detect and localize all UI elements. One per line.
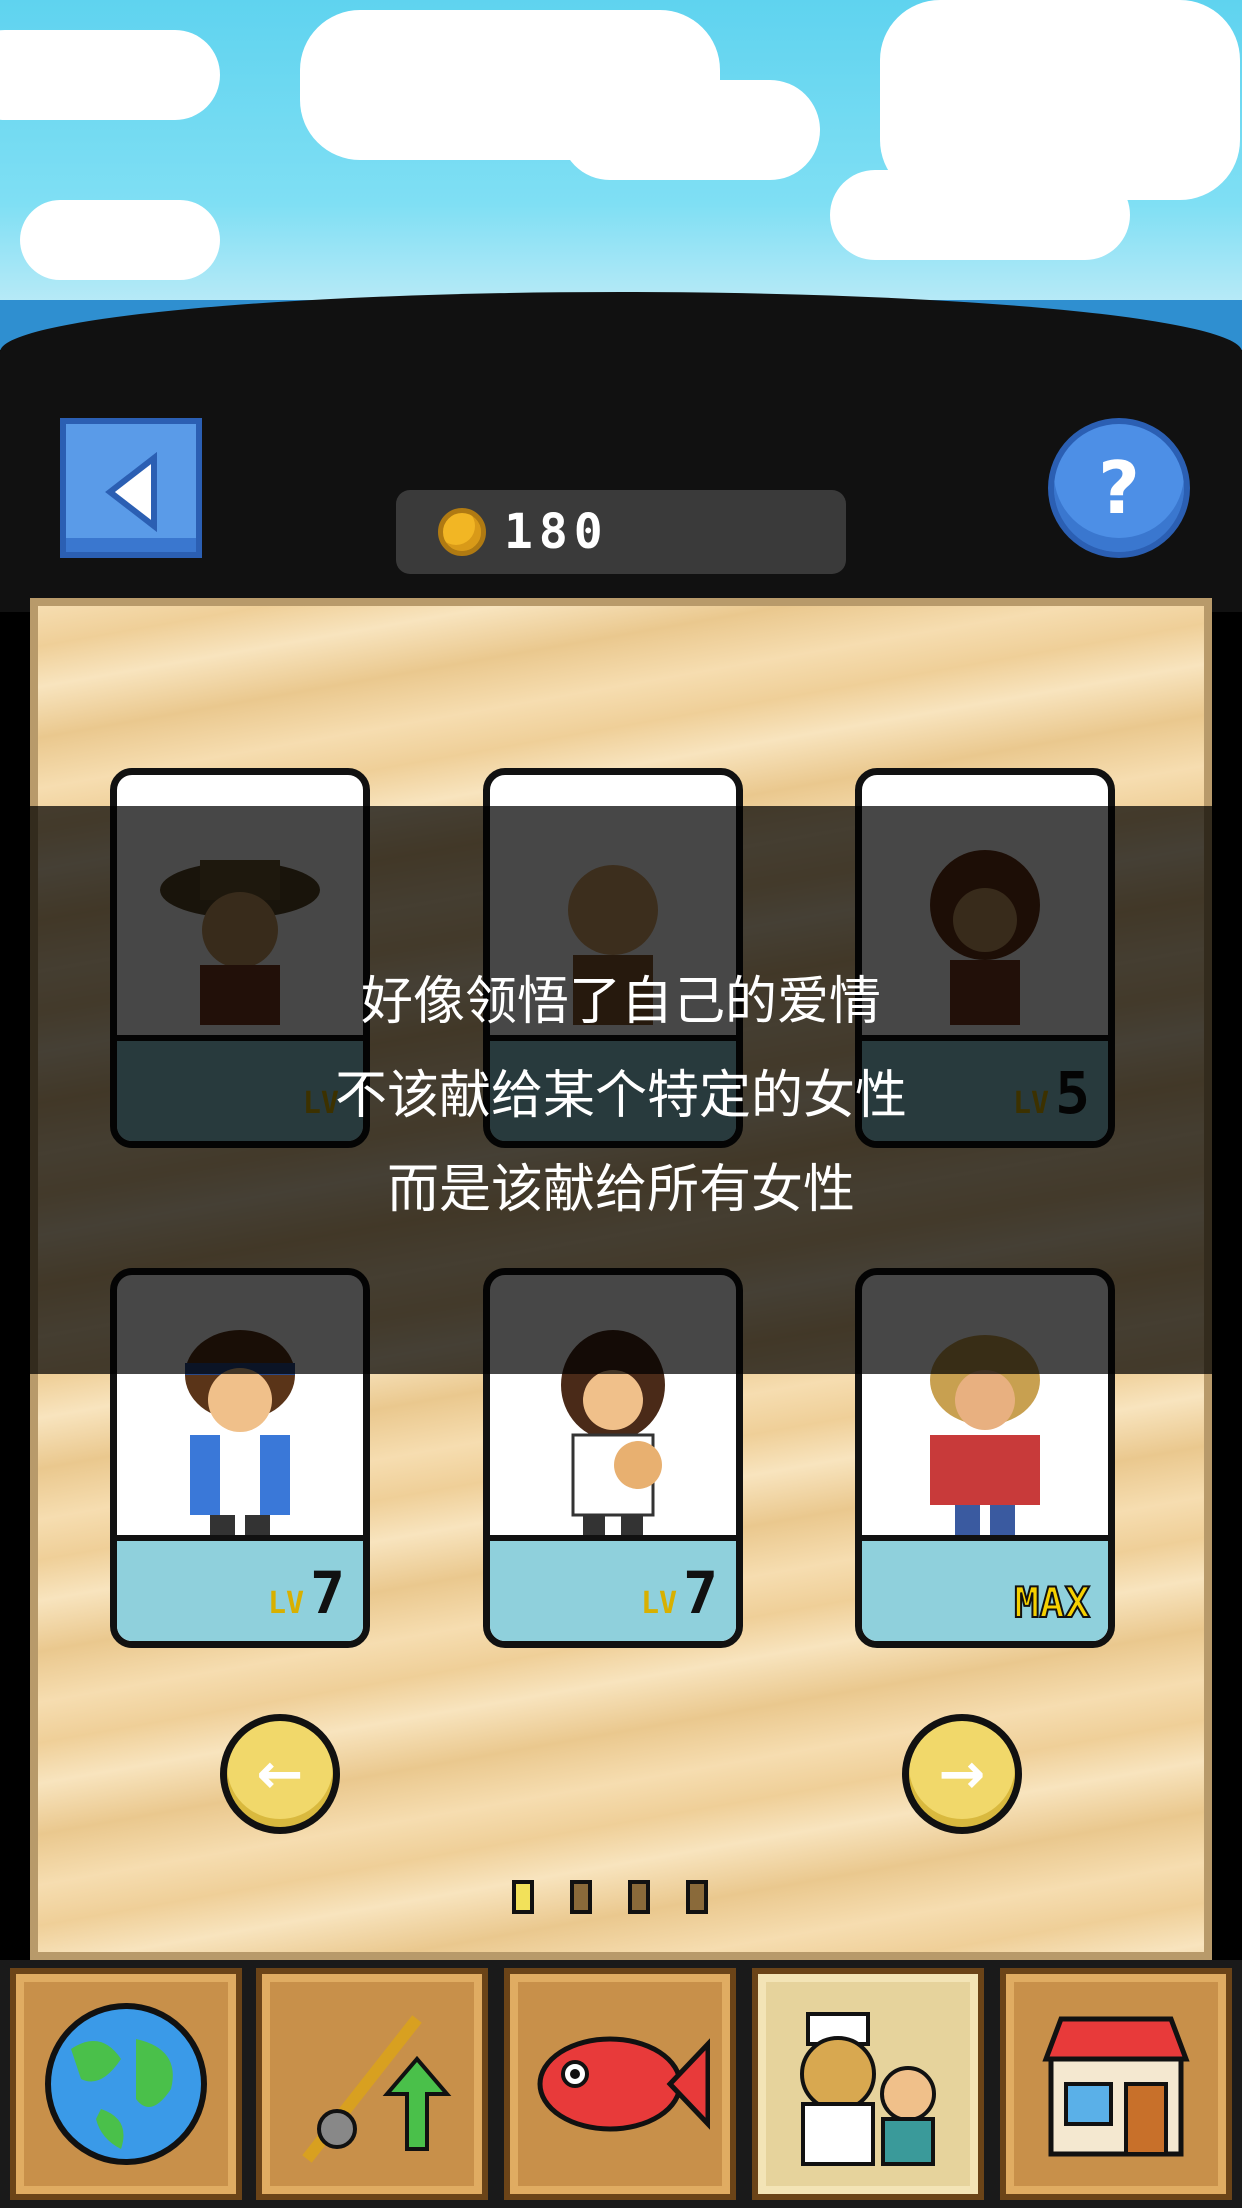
tab-world[interactable] [10, 1968, 242, 2200]
sky-background [0, 0, 1242, 340]
coin-value: 180 [504, 504, 609, 560]
page-indicator [512, 1880, 708, 1914]
page-dot [512, 1880, 534, 1914]
globe-icon [45, 2003, 207, 2165]
dialog-line: 而是该献给所有女性 [386, 1160, 855, 1220]
tab-shop[interactable] [1000, 1968, 1232, 2200]
back-button[interactable] [60, 418, 202, 558]
characters-icon [800, 2012, 936, 2166]
shop-icon [1042, 2016, 1190, 2157]
tab-fish[interactable] [504, 1968, 736, 2200]
dialog-line: 好像领悟了自己的爱情 [360, 972, 881, 1032]
gold-coin-icon [438, 508, 486, 556]
help-icon: ? [1098, 446, 1140, 530]
arrow-right-icon: → [938, 1741, 986, 1807]
page-dot [570, 1880, 592, 1914]
red-fish-icon [537, 2036, 710, 2132]
back-arrow-icon [105, 452, 157, 532]
prev-page-button[interactable]: ← [220, 1714, 340, 1834]
arrow-left-icon: ← [256, 1741, 304, 1807]
next-page-button[interactable]: → [902, 1714, 1022, 1834]
page-dot [628, 1880, 650, 1914]
dialog-line: 不该献给某个特定的女性 [334, 1066, 907, 1126]
fishing-rod-upgrade-icon [302, 2015, 452, 2163]
page-dot [686, 1880, 708, 1914]
tab-rod-upgrade[interactable] [256, 1968, 488, 2200]
coin-counter: 180 [396, 490, 846, 574]
dialog-message: 好像领悟了自己的爱情 不该献给某个特定的女性 而是该献给所有女性 [0, 955, 1242, 1237]
help-button[interactable]: ? [1048, 418, 1190, 558]
tab-characters[interactable] [752, 1968, 984, 2200]
